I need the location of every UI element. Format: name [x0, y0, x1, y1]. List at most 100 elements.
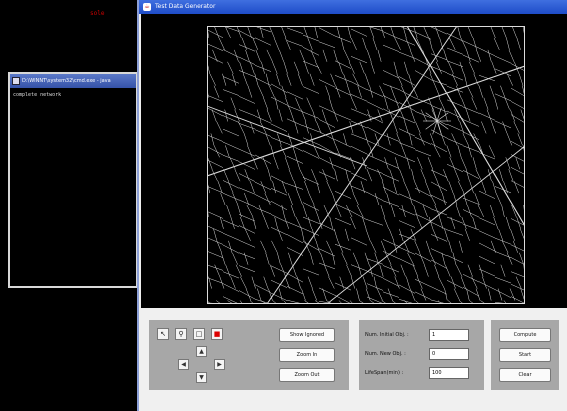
road-segment — [328, 276, 335, 289]
road-segment — [295, 97, 301, 110]
road-segment — [258, 85, 264, 98]
road-segment — [318, 41, 336, 48]
road-segment — [462, 54, 480, 63]
road-segment — [366, 270, 384, 279]
control-panel: ↖ ⚲ □ ■ ▲ ◀ ▶ ▼ Show Ignored Zoom In Zoo… — [139, 308, 567, 411]
road-segment — [510, 271, 525, 278]
road-segment — [478, 75, 496, 82]
road-segment — [318, 27, 336, 37]
road-segment — [457, 26, 461, 38]
console-titlebar[interactable]: D:\WINNT\system32\cmd.exe - java — [10, 74, 136, 88]
clear-button[interactable]: Clear — [499, 368, 551, 382]
road-segment — [430, 194, 448, 203]
zoom-in-button[interactable]: Zoom In — [279, 348, 335, 362]
road-segment — [401, 145, 407, 158]
road-segment — [268, 85, 275, 98]
road-segment — [209, 73, 216, 86]
road-segment — [352, 192, 359, 206]
road-segment — [247, 85, 253, 98]
road-segment — [405, 37, 411, 50]
road-segment — [414, 252, 432, 262]
road-segment — [494, 251, 512, 258]
road-segment — [297, 193, 303, 206]
arrow-down-icon[interactable]: ▼ — [196, 372, 207, 383]
init-obj-field[interactable]: 1 — [429, 329, 469, 341]
road-segment — [390, 26, 395, 39]
desktop: sole D:\WINNT\system32\cmd.exe - java co… — [0, 0, 567, 411]
road-segment — [432, 228, 439, 241]
road-segment — [299, 49, 306, 62]
road-segment — [518, 73, 524, 86]
road-segment — [318, 262, 336, 270]
road-segment — [510, 296, 525, 304]
road-segment — [269, 26, 275, 39]
road-segment — [284, 216, 289, 229]
road-segment — [302, 202, 320, 211]
road-segment — [455, 204, 461, 218]
show-ignored-button[interactable]: Show Ignored — [279, 328, 335, 342]
road-segment — [493, 37, 500, 50]
arrow-right-icon[interactable]: ▶ — [214, 359, 225, 370]
new-obj-field[interactable]: 0 — [429, 348, 469, 360]
java-icon: ☕ — [143, 3, 151, 11]
road-segment — [270, 265, 288, 274]
road-segment — [334, 203, 352, 212]
road-segment — [332, 252, 336, 265]
road-segment — [382, 173, 400, 182]
road-segment — [260, 240, 267, 253]
lifespan-field[interactable]: 100 — [429, 367, 469, 379]
stop-icon[interactable]: ■ — [211, 328, 223, 340]
console-window[interactable]: D:\WINNT\system32\cmd.exe - java complet… — [8, 72, 138, 288]
road-segment — [254, 129, 272, 137]
road-segment — [254, 115, 272, 124]
road-segment — [487, 49, 492, 62]
arrow-left-icon[interactable]: ◀ — [178, 359, 189, 370]
road-segment — [506, 133, 513, 146]
road-segment — [394, 97, 400, 110]
arrow-up-icon[interactable]: ▲ — [196, 346, 207, 357]
select-box-icon[interactable]: □ — [193, 328, 205, 340]
road-segment — [279, 49, 284, 62]
zoom-out-button[interactable]: Zoom Out — [279, 368, 335, 382]
road-segment — [486, 109, 492, 122]
console-title: D:\WINNT\system32\cmd.exe - java — [22, 78, 111, 84]
road-segment — [286, 40, 304, 47]
road-segment — [472, 157, 477, 170]
road-segment — [315, 61, 322, 74]
magnifier-icon[interactable]: ⚲ — [175, 328, 187, 340]
road-segment — [398, 193, 416, 201]
road-segment — [443, 49, 448, 62]
road-segment — [322, 49, 328, 62]
road-segment — [366, 169, 372, 182]
road-segment — [238, 96, 256, 104]
road-segment — [467, 26, 473, 39]
start-button[interactable]: Start — [499, 348, 551, 362]
road-segment — [232, 73, 237, 86]
road-segment — [506, 252, 513, 265]
map-canvas[interactable] — [141, 14, 567, 308]
compute-button[interactable]: Compute — [499, 328, 551, 342]
road-network-map[interactable] — [207, 26, 525, 304]
road-segment — [270, 227, 288, 235]
app-titlebar[interactable]: ☕ Test Data Generator — [139, 0, 567, 14]
road-segment — [222, 244, 240, 254]
road-segment — [293, 61, 300, 74]
road-segment — [287, 193, 293, 206]
road-segment — [218, 37, 225, 50]
road-segment — [462, 106, 480, 114]
road-segment — [398, 155, 416, 163]
road-segment — [382, 44, 400, 52]
road-segment — [350, 28, 368, 37]
road-segment — [318, 119, 336, 128]
road-segment — [335, 85, 341, 98]
road-segment — [302, 268, 320, 276]
road-segment — [510, 167, 525, 175]
road-segment — [517, 133, 523, 146]
road-segment — [398, 116, 416, 124]
road-segment — [254, 194, 272, 203]
road-segment — [433, 145, 441, 158]
pointer-icon[interactable]: ↖ — [157, 328, 169, 340]
road-segment — [318, 157, 336, 166]
road-segment — [321, 109, 327, 122]
road-segment — [490, 204, 495, 218]
